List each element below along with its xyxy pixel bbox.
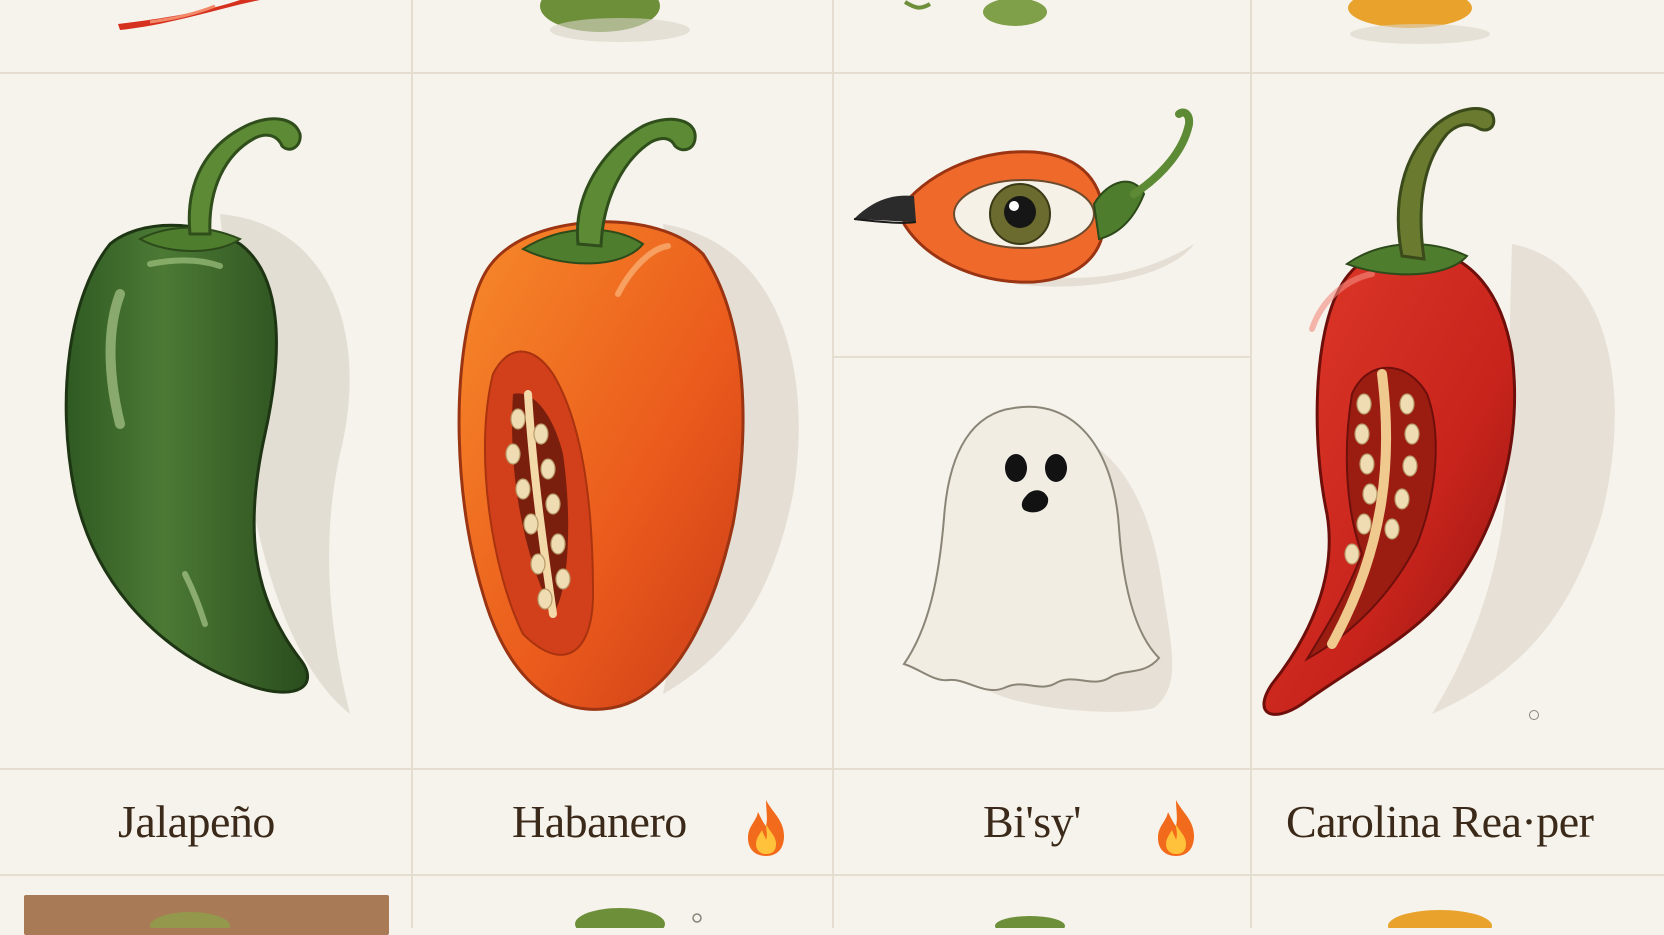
label-row: Jalapeño Habanero Bi'sy' Carolina Rea·pe…: [0, 770, 1664, 874]
flame-icon: [744, 798, 788, 858]
label-bisy: Bi'sy': [983, 796, 1081, 847]
flame-icon: [1154, 798, 1198, 858]
bottom-row-illustrations: [0, 876, 1664, 928]
ghost-illustration: [834, 358, 1250, 768]
ghost-icon: [902, 405, 1173, 712]
carolina-reaper-illustration: [1252, 74, 1664, 768]
eye-pepper-illustration: [834, 74, 1250, 356]
label-carolina-reaper: Carolina Rea·per: [1286, 796, 1594, 847]
jalapeno-illustration: [0, 74, 411, 768]
watermark-dot: [1529, 710, 1539, 720]
top-row-pepper-tips: [118, 0, 1490, 44]
top-row-illustrations: [0, 0, 1664, 72]
label-habanero: Habanero: [512, 796, 687, 847]
label-jalapeno: Jalapeño: [118, 796, 275, 847]
habanero-illustration: [413, 74, 832, 768]
